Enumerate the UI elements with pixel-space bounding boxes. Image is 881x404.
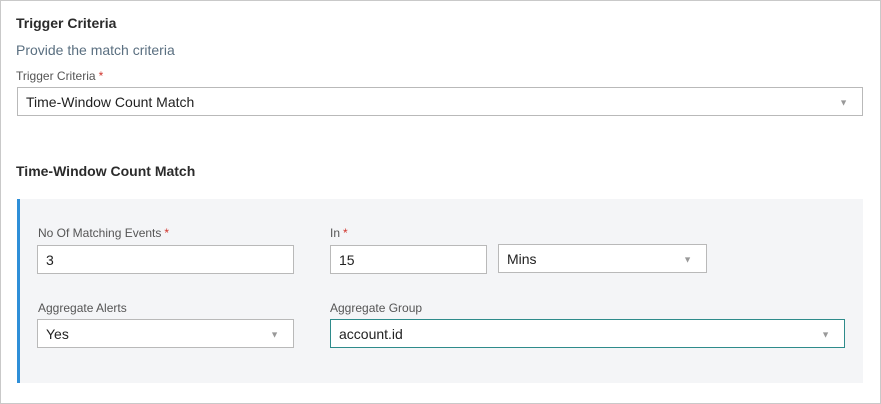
matching-events-label-text: No Of Matching Events [38,226,162,240]
in-input[interactable]: 15 [330,245,487,274]
trigger-criteria-form: Trigger Criteria Provide the match crite… [0,0,881,404]
section-title-trigger-criteria: Trigger Criteria [16,15,117,31]
required-mark: * [98,69,104,83]
section-title-time-window: Time-Window Count Match [16,163,196,179]
aggregate-alerts-select[interactable]: Yes ▼ [37,319,294,348]
matching-events-label: No Of Matching Events * [38,226,169,240]
required-mark: * [343,226,348,240]
in-label: In * [330,226,348,240]
in-label-text: In [330,226,341,240]
aggregate-group-value: account.id [339,325,403,342]
chevron-down-icon: ▼ [821,329,830,339]
aggregate-group-label: Aggregate Group [330,301,423,315]
matching-events-value: 3 [46,251,54,268]
chevron-down-icon: ▼ [839,97,848,107]
chevron-down-icon: ▼ [270,329,279,339]
in-value: 15 [339,251,355,268]
aggregate-alerts-label: Aggregate Alerts [38,301,127,315]
matching-events-input[interactable]: 3 [37,245,294,274]
time-unit-select[interactable]: Mins ▼ [498,244,707,273]
trigger-criteria-label-text: Trigger Criteria [16,69,96,83]
chevron-down-icon: ▼ [683,254,692,264]
required-mark: * [164,226,170,240]
section-subtitle: Provide the match criteria [16,42,175,58]
aggregate-alerts-value: Yes [46,325,69,342]
trigger-criteria-label: Trigger Criteria * [16,69,103,83]
trigger-criteria-select[interactable]: Time-Window Count Match ▼ [17,87,863,116]
trigger-criteria-value: Time-Window Count Match [26,93,195,110]
aggregate-group-select[interactable]: account.id ▼ [330,319,845,348]
time-unit-value: Mins [507,250,537,267]
